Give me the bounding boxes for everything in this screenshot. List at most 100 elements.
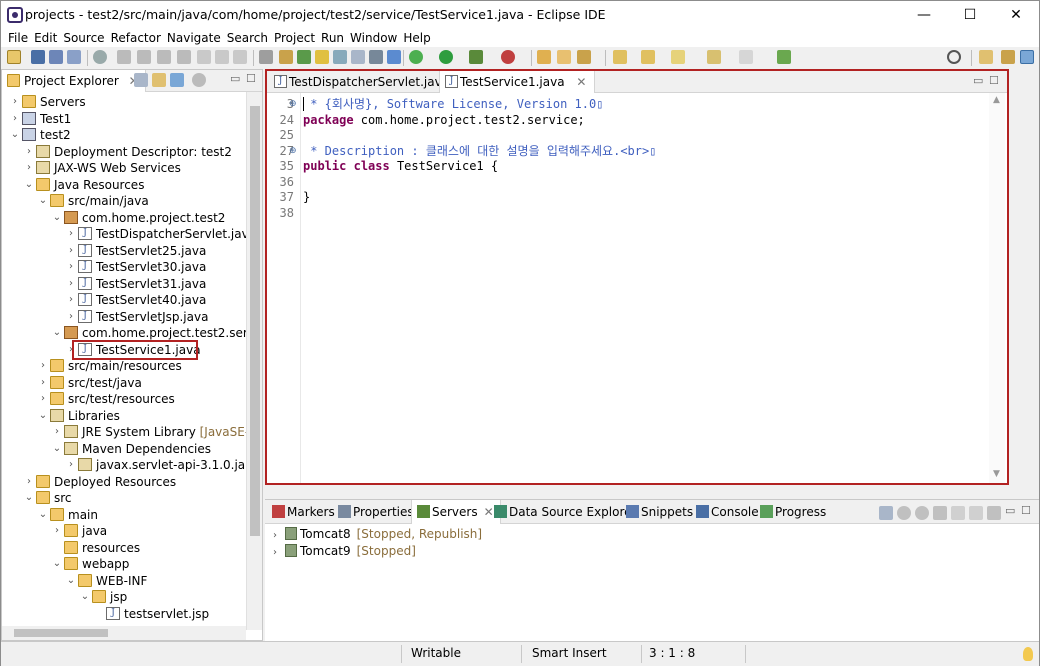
step-over-icon[interactable] <box>215 50 229 64</box>
tree-item[interactable]: › src/main/resources <box>2 358 246 374</box>
tab-test-service1[interactable]: J TestService1.java ✕ <box>439 71 596 93</box>
chevron-right-icon[interactable]: › <box>38 391 48 407</box>
tree-item[interactable]: › Servers <box>2 94 246 110</box>
maximize-view-icon[interactable]: ☐ <box>246 72 256 85</box>
tree-item[interactable]: › J TestDispatcherServlet.java <box>2 226 246 242</box>
print-icon[interactable] <box>67 50 81 64</box>
menu-refactor[interactable]: Refactor <box>108 29 164 47</box>
tree-item[interactable]: ⌄ Libraries <box>2 408 246 424</box>
tree-item[interactable]: ⌄ com.home.project.test2 <box>2 210 246 226</box>
tree-item[interactable]: resources <box>2 540 246 556</box>
tree-item[interactable]: › JRE System Library [JavaSE-1.8] <box>2 424 246 440</box>
chevron-right-icon[interactable]: › <box>66 226 76 242</box>
fold-expand-icon[interactable]: ⊕ <box>289 96 297 112</box>
profile-server-icon[interactable] <box>933 506 947 520</box>
lightbulb-icon[interactable] <box>1023 647 1033 661</box>
start-server-icon[interactable] <box>915 506 929 520</box>
tree-item[interactable]: ⌄ jsp <box>2 589 246 605</box>
close-icon[interactable]: ✕ <box>576 75 586 89</box>
code-line[interactable]: package com.home.project.test2.service; <box>303 112 585 128</box>
debug-perspective-icon[interactable] <box>1020 50 1034 64</box>
menu-source[interactable]: Source <box>60 29 107 47</box>
tree-item[interactable]: ⌄ WEB-INF <box>2 573 246 589</box>
code-line[interactable]: * {회사명}, Software License, Version 1.0▯ <box>303 96 603 112</box>
show-whitespace-icon[interactable] <box>333 50 347 64</box>
chevron-down-icon[interactable]: ⌄ <box>80 589 90 605</box>
chevron-right-icon[interactable]: › <box>52 424 62 440</box>
skip-breakpoints-icon[interactable] <box>93 50 107 64</box>
chevron-down-icon[interactable]: ⌄ <box>52 441 62 457</box>
tree-item[interactable]: Jtestservlet.jsp <box>2 606 246 622</box>
chevron-down-icon[interactable]: ⌄ <box>38 408 48 424</box>
suspend-icon[interactable] <box>137 50 151 64</box>
tree-item[interactable]: › J TestService1.java <box>2 339 246 360</box>
chevron-right-icon[interactable]: › <box>52 523 62 539</box>
link-with-editor-icon[interactable] <box>152 73 166 87</box>
minimize-view-icon[interactable]: ▭ <box>230 72 240 85</box>
save-icon[interactable] <box>31 50 45 64</box>
chevron-right-icon[interactable]: › <box>10 94 20 110</box>
tree-item[interactable]: › J TestServlet31.java <box>2 276 246 292</box>
external-tools-icon[interactable] <box>501 50 515 64</box>
tab-console[interactable]: Console <box>691 500 765 524</box>
use-step-filters-icon[interactable] <box>259 50 273 64</box>
next-annotation-icon[interactable] <box>613 50 627 64</box>
tree-item[interactable]: ⌄ webapp <box>2 556 246 572</box>
toggle-breadcrumb-icon[interactable] <box>387 50 401 64</box>
chevron-down-icon[interactable]: ⌄ <box>52 210 62 226</box>
chevron-right-icon[interactable]: › <box>38 375 48 391</box>
tree-item[interactable]: › javax.servlet-api-3.1.0.jar - C:\U <box>2 457 246 473</box>
chevron-right-icon[interactable]: › <box>24 144 34 160</box>
chevron-down-icon[interactable]: ⌄ <box>66 573 76 589</box>
publish-icon[interactable] <box>969 506 983 520</box>
minimize-button[interactable]: — <box>901 1 947 29</box>
chevron-right-icon[interactable]: › <box>38 358 48 374</box>
open-task-icon[interactable] <box>577 50 591 64</box>
chevron-right-icon[interactable]: › <box>24 160 34 176</box>
maximize-view-icon[interactable]: ☐ <box>1021 504 1031 517</box>
scrollbar-thumb[interactable] <box>14 629 108 637</box>
chevron-down-icon[interactable]: ⌄ <box>24 177 34 193</box>
tree-item[interactable]: › src/test/java <box>2 375 246 391</box>
chevron-down-icon[interactable]: ⌄ <box>10 127 20 143</box>
tree-item[interactable]: ⌄ test2 <box>2 127 246 143</box>
editor-vertical-scrollbar[interactable]: ▲ ▼ <box>989 93 1005 483</box>
scroll-up-icon[interactable]: ▲ <box>993 95 1000 105</box>
chevron-right-icon[interactable]: › <box>24 474 34 490</box>
view-menu-icon[interactable] <box>192 73 206 87</box>
run-icon[interactable] <box>439 50 453 64</box>
close-button[interactable]: ✕ <box>993 1 1039 29</box>
scrollbar-thumb[interactable] <box>250 106 260 536</box>
pin-editor-icon[interactable] <box>777 50 791 64</box>
server-item[interactable]: › Tomcat9 [Stopped] <box>273 543 416 559</box>
chevron-down-icon[interactable]: ⌄ <box>38 193 48 209</box>
maximize-button[interactable]: ☐ <box>947 1 993 29</box>
chevron-right-icon[interactable]: › <box>66 276 76 292</box>
tree-item[interactable]: ⌄ src/main/java <box>2 193 246 209</box>
coverage-icon[interactable] <box>469 50 483 64</box>
step-into-icon[interactable] <box>197 50 211 64</box>
tree-item[interactable]: › Deployment Descriptor: test2 <box>2 144 246 160</box>
tree-item[interactable]: › J TestServlet30.java <box>2 259 246 275</box>
menu-help[interactable]: Help <box>400 29 433 47</box>
open-perspective-icon[interactable] <box>979 50 993 64</box>
tree-item[interactable]: › J TestServlet25.java <box>2 243 246 259</box>
new-icon[interactable] <box>7 50 21 64</box>
tree-item[interactable]: › Deployed Resources <box>2 474 246 490</box>
explorer-horizontal-scrollbar[interactable] <box>2 626 246 640</box>
chevron-down-icon[interactable]: ⌄ <box>52 325 62 341</box>
server-item[interactable]: › Tomcat8 [Stopped, Republish] <box>273 526 482 542</box>
java-ee-perspective-icon[interactable] <box>1001 50 1015 64</box>
disconnect-icon[interactable] <box>177 50 191 64</box>
last-edit-location-icon[interactable] <box>671 50 685 64</box>
tab-test-dispatcher-servlet[interactable]: J TestDispatcherServlet.java <box>269 71 457 93</box>
minimize-editor-icon[interactable]: ▭ <box>973 74 983 87</box>
chevron-right-icon[interactable]: › <box>273 528 285 544</box>
chevron-down-icon[interactable]: ⌄ <box>24 490 34 506</box>
debug-server-icon[interactable] <box>897 506 911 520</box>
chevron-right-icon[interactable]: › <box>10 111 20 127</box>
new-java-class-icon[interactable] <box>557 50 571 64</box>
tree-item[interactable]: ⌄ Maven Dependencies <box>2 441 246 457</box>
tree-item[interactable]: ⌄ src <box>2 490 246 506</box>
tree-item[interactable]: › java <box>2 523 246 539</box>
